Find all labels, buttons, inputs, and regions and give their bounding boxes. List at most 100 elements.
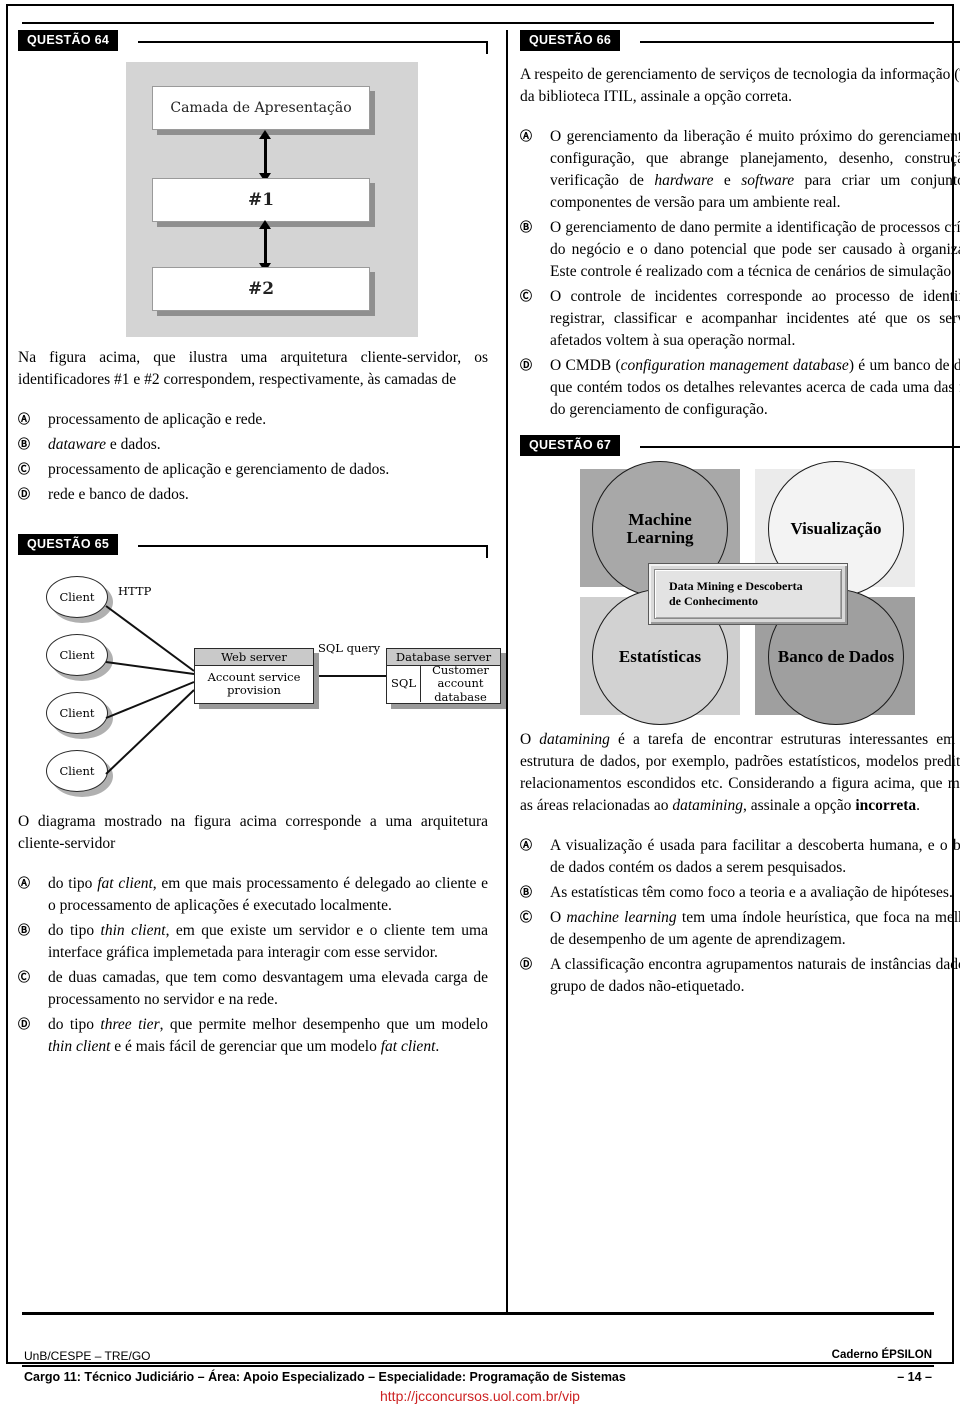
options-67: Ⓐ A visualização é usada para facilitar … (520, 835, 960, 998)
options-66: Ⓐ O gerenciamento da liberação é muito p… (520, 126, 960, 421)
option-row[interactable]: Ⓐ A visualização é usada para facilitar … (520, 835, 960, 879)
option-row[interactable]: Ⓑ do tipo thin client, em que existe um … (18, 920, 488, 964)
option-row[interactable]: Ⓒ de duas camadas, que tem como desvanta… (18, 967, 488, 1011)
footer-row-top: UnB/CESPE – TRE/GO Caderno ÉPSILON (22, 1348, 934, 1367)
option-text: do tipo three tier, que permite melhor d… (48, 1016, 489, 1055)
option-text: O CMDB (configuration management databas… (550, 357, 960, 418)
question-tag-66: QUESTÃO 66 (520, 30, 621, 51)
web-server-title: Web server (195, 649, 313, 666)
database-server-node: Database server SQL Customer account dat… (386, 648, 506, 709)
footer-page-number: – 14 – (897, 1370, 932, 1384)
double-arrow-icon (259, 220, 271, 272)
option-bullet-icon: Ⓑ (520, 885, 533, 899)
option-row[interactable]: Ⓓ A classificação encontra agrupamentos … (520, 954, 960, 998)
option-row[interactable]: Ⓑ O gerenciamento de dano permite a iden… (520, 217, 960, 283)
options-65: Ⓐ do tipo fat client, em que mais proces… (18, 873, 488, 1058)
header-rule (138, 41, 488, 43)
option-text: O controle de incidentes corresponde ao … (550, 288, 960, 349)
left-column: QUESTÃO 64 Camada de Apresentação #1 #2 … (18, 30, 506, 1061)
option-text: dataware e dados. (48, 436, 161, 453)
layer-label: Camada de Apresentação (152, 86, 370, 130)
option-bullet-icon: Ⓒ (18, 462, 31, 476)
options-64: Ⓐ processamento de aplicação e rede. Ⓑ d… (18, 409, 488, 506)
option-text: processamento de aplicação e gerenciamen… (48, 461, 390, 478)
question-header-67: QUESTÃO 67 (520, 435, 960, 459)
question-header-66: QUESTÃO 66 (520, 30, 960, 54)
option-row[interactable]: Ⓓ rede e banco de dados. (18, 484, 488, 506)
figure-datamining-areas: Machine Learning Visualização Estatístic… (580, 461, 920, 725)
option-row[interactable]: Ⓐ do tipo fat client, em que mais proces… (18, 873, 488, 917)
footer-cargo: Cargo 11: Técnico Judiciário – Área: Apo… (24, 1370, 626, 1384)
option-bullet-icon: Ⓓ (18, 1017, 31, 1031)
option-text: rede e banco de dados. (48, 486, 189, 503)
top-rule (22, 22, 934, 24)
option-bullet-icon: Ⓑ (18, 923, 31, 937)
layer-label: #1 (152, 178, 370, 222)
option-text: do tipo fat client, em que mais processa… (48, 875, 488, 914)
option-text: O gerenciamento de dano permite a identi… (550, 219, 960, 280)
footer-row-bottom: Cargo 11: Técnico Judiciário – Área: Apo… (22, 1367, 934, 1386)
option-text: do tipo thin client, em que existe um se… (48, 922, 488, 961)
header-rule (640, 41, 960, 43)
db-sql-cell: SQL (387, 666, 421, 702)
question-tag-65: QUESTÃO 65 (18, 534, 119, 555)
center-line-1: Data Mining e Descoberta (669, 579, 803, 593)
footer-org: UnB/CESPE – TRE/GO (24, 1349, 151, 1363)
option-text: O machine learning tem uma índole heurís… (550, 909, 960, 948)
web-server-body: Account service provision (207, 669, 301, 697)
layer-presentation: Camada de Apresentação (152, 86, 375, 135)
option-row[interactable]: Ⓑ As estatísticas têm como foco a teoria… (520, 882, 960, 904)
watermark-url: http://jcconcursos.uol.com.br/vip (380, 1388, 580, 1404)
question-header-64: QUESTÃO 64 (18, 30, 488, 54)
question-tag-64: QUESTÃO 64 (18, 30, 119, 51)
center-box-inner: Data Mining e Descoberta de Conhecimento (654, 569, 842, 619)
option-bullet-icon: Ⓒ (520, 289, 533, 303)
option-bullet-icon: Ⓐ (520, 838, 533, 852)
option-bullet-icon: Ⓒ (18, 970, 31, 984)
option-bullet-icon: Ⓓ (520, 957, 533, 971)
option-text: A visualização é usada para facilitar a … (550, 837, 960, 876)
question-stem-67: O datamining é a tarefa de encontrar est… (520, 731, 960, 814)
center-line-2: de Conhecimento (669, 594, 758, 608)
header-rule (138, 545, 488, 547)
option-row[interactable]: Ⓐ O gerenciamento da liberação é muito p… (520, 126, 960, 214)
figure-layered-architecture: Camada de Apresentação #1 #2 (126, 62, 418, 337)
option-text: As estatísticas têm como foco a teoria e… (550, 884, 953, 901)
bottom-rule (22, 1312, 934, 1315)
option-row[interactable]: Ⓑ dataware e dados. (18, 434, 488, 456)
question-stem-65: O diagrama mostrado na figura acima corr… (18, 813, 488, 852)
question-tag-67: QUESTÃO 67 (520, 435, 621, 456)
db-database-cell: Customer account database (432, 663, 489, 704)
node-box: Database server SQL Customer account dat… (386, 648, 501, 704)
option-row[interactable]: Ⓓ O CMDB (configuration management datab… (520, 355, 960, 421)
layer-one: #1 (152, 178, 375, 227)
option-bullet-icon: Ⓒ (520, 910, 533, 924)
option-text: A classificação encontra agrupamentos na… (550, 956, 960, 995)
option-bullet-icon: Ⓑ (18, 437, 31, 451)
header-rule (640, 446, 960, 448)
web-server-node: Web server Account service provision (194, 648, 319, 709)
sql-query-label: SQL query (318, 641, 381, 655)
option-bullet-icon: Ⓐ (520, 129, 533, 143)
option-bullet-icon: Ⓓ (520, 358, 533, 372)
db-server-body: SQL Customer account database (387, 663, 500, 704)
layer-two: #2 (152, 267, 375, 316)
option-text: processamento de aplicação e rede. (48, 411, 267, 428)
option-text: O gerenciamento da liberação é muito pró… (550, 128, 960, 211)
option-row[interactable]: Ⓒ O controle de incidentes corresponde a… (520, 286, 960, 352)
node-box: Web server Account service provision (194, 648, 314, 704)
header-tick (486, 545, 488, 558)
column-divider (506, 30, 508, 1313)
option-row[interactable]: Ⓒ O machine learning tem uma índole heur… (520, 907, 960, 951)
option-bullet-icon: Ⓐ (18, 876, 31, 890)
question-stem-66: A respeito de gerenciamento de serviços … (520, 66, 960, 105)
option-row[interactable]: Ⓒ processamento de aplicação e gerenciam… (18, 459, 488, 481)
footer-caderno: Caderno ÉPSILON (831, 1349, 932, 1361)
question-header-65: QUESTÃO 65 (18, 534, 488, 558)
center-box-data-mining: Data Mining e Descoberta de Conhecimento (648, 563, 848, 625)
http-label: HTTP (118, 584, 152, 598)
right-column: QUESTÃO 66 A respeito de gerenciamento d… (520, 30, 960, 1001)
option-row[interactable]: Ⓐ processamento de aplicação e rede. (18, 409, 488, 431)
question-stem-64: Na figura acima, que ilustra uma arquite… (18, 349, 488, 388)
option-row[interactable]: Ⓓ do tipo three tier, que permite melhor… (18, 1014, 488, 1058)
